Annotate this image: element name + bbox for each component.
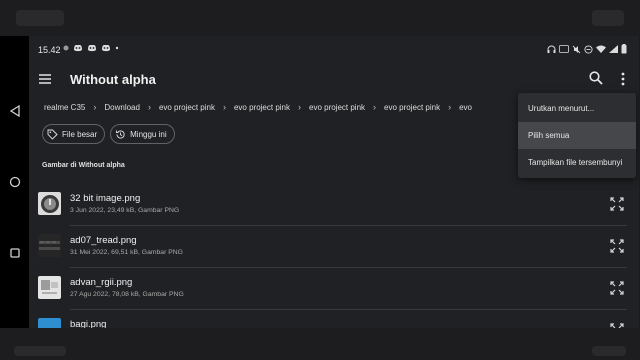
chevron-right-icon: › [222,102,226,112]
status-bar: 15.42 [29,36,639,62]
file-row[interactable]: advan_rgii.png 27 Agu 2022, 78,08 kB, Ga… [29,268,639,310]
mute-icon [572,45,581,53]
file-row[interactable]: bagi.png [29,310,639,328]
recents-button[interactable] [4,242,26,264]
signal-icon [609,45,618,53]
battery-icon [621,44,627,54]
file-name: bagi.png [70,319,107,328]
back-button[interactable] [4,100,26,122]
image-preview-icon [40,194,59,213]
menu-item-select-all[interactable]: Pilih semua [518,122,636,149]
expand-preview-icon[interactable] [610,281,624,295]
more-options-icon[interactable] [619,71,627,87]
wifi-icon [596,45,606,53]
blurred-region [16,10,64,26]
file-thumbnail [38,234,61,257]
breadcrumb-item[interactable]: evo project pink [307,103,367,112]
blurred-region [14,346,66,356]
file-thumbnail [38,192,61,215]
chip-label: File besar [62,129,98,139]
file-meta: 31 Mei 2022, 69,51 kB, Gambar PNG [70,249,183,256]
bottom-frame-bar [0,328,640,360]
file-name: ad07_tread.png [70,235,137,246]
breadcrumb-item[interactable]: realme C35 [42,103,87,112]
image-preview-icon [41,280,58,294]
chip-large-files[interactable]: File besar [42,124,106,144]
file-meta: 3 Jun 2022, 23,49 kB, Gambar PNG [70,207,180,214]
file-row[interactable]: ad07_tread.png 31 Mei 2022, 69,51 kB, Ga… [29,226,639,268]
home-circle-icon [9,176,21,188]
file-thumbnail [38,276,61,299]
chevron-right-icon: › [298,102,301,112]
status-time: 15.42 [38,45,61,55]
system-status-icons [547,44,627,54]
chevron-right-icon: › [147,102,151,112]
discord-icon [74,45,82,52]
search-icon[interactable] [588,70,604,86]
home-button[interactable] [4,171,26,193]
chip-label: Minggu ini [130,129,167,139]
file-row[interactable]: 32 bit image.png 3 Jun 2022, 23,49 kB, G… [29,184,639,226]
breadcrumb-item[interactable]: Download [102,103,142,112]
recents-square-icon [10,248,20,258]
system-nav-bar [0,36,29,328]
headphones-icon [547,45,556,53]
hamburger-menu-icon[interactable] [37,71,53,87]
expand-preview-icon[interactable] [610,197,624,211]
more-dot-icon [115,46,119,50]
file-thumbnail [38,318,61,328]
expand-preview-icon[interactable] [610,239,624,253]
top-frame-bar [0,0,640,36]
menu-item-show-hidden-files[interactable]: Tampilkan file tersembunyi [518,149,636,176]
do-not-disturb-icon [584,44,593,54]
history-icon [116,129,125,139]
breadcrumb-item[interactable]: evo project pink [157,103,217,112]
page-title: Without alpha [70,72,156,87]
chevron-right-icon: › [448,102,452,112]
breadcrumb-item[interactable]: evo [457,103,474,112]
file-list: 32 bit image.png 3 Jun 2022, 23,49 kB, G… [29,184,639,328]
breadcrumb: realme C35 › Download › evo project pink… [42,100,474,114]
overflow-menu: Urutkan menurut... Pilih semua Tampilkan… [518,93,636,178]
blurred-region [592,10,624,26]
app-bar: Without alpha [29,62,639,96]
filter-chips: File besar Minggu ini [42,124,175,144]
image-preview-icon [39,241,60,250]
file-meta: 27 Agu 2022, 78,08 kB, Gambar PNG [70,291,184,298]
file-name: advan_rgii.png [70,277,133,288]
breadcrumb-item[interactable]: evo project pink [382,103,442,112]
hd-icon [559,45,569,53]
discord-icon [88,45,96,52]
file-name: 32 bit image.png [70,193,141,204]
tag-icon [47,129,58,140]
breadcrumb-item[interactable]: evo project pink [232,103,292,112]
back-triangle-icon [9,105,20,117]
app-screen: 15.42 Without alpha realme C35 › Downloa… [29,36,639,328]
recording-dot-icon [63,45,69,51]
discord-icon [102,45,110,52]
blurred-region [592,346,626,356]
section-header: Gambar di Without alpha [42,162,125,169]
chevron-right-icon: › [373,102,377,112]
menu-item-sort-by[interactable]: Urutkan menurut... [518,95,636,122]
chip-this-week[interactable]: Minggu ini [110,124,175,144]
notification-icons [63,44,119,52]
chevron-right-icon: › [93,102,97,112]
